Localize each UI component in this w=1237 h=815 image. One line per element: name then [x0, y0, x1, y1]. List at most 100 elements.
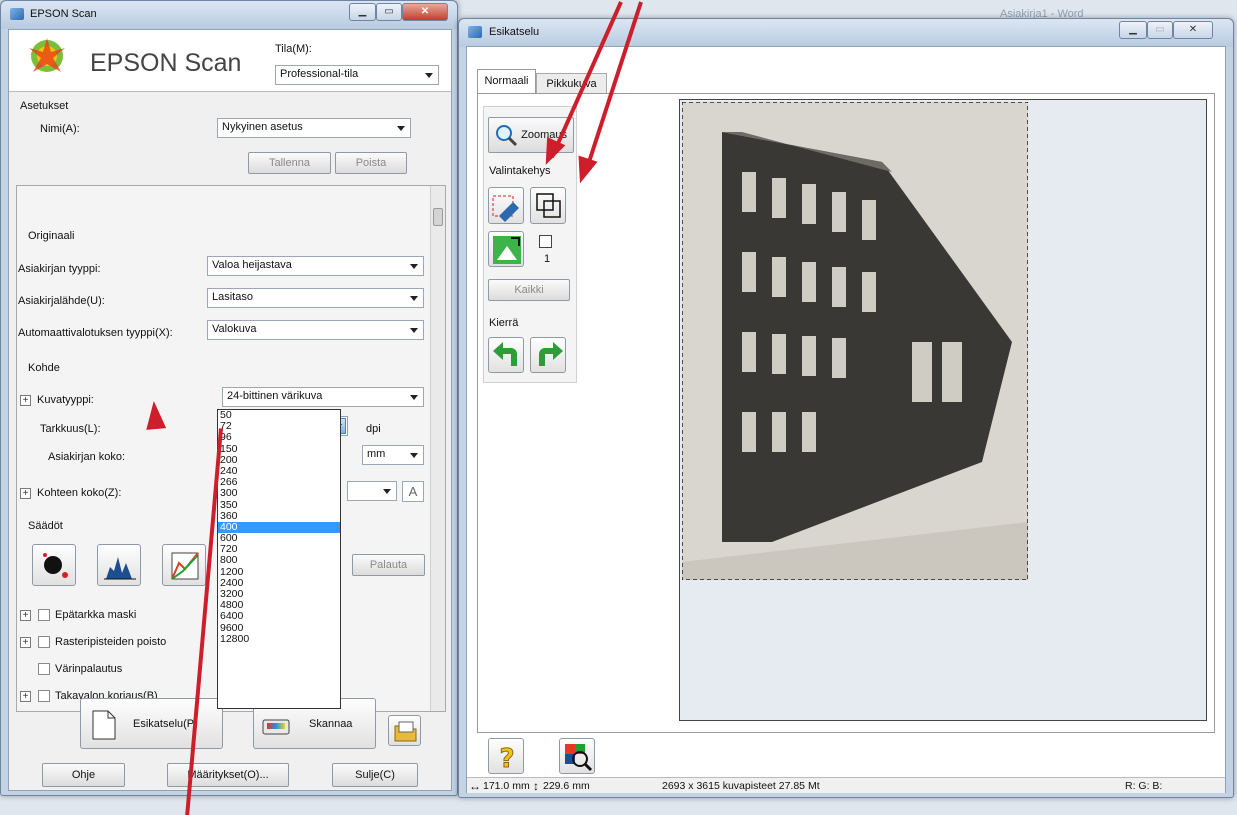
- expand-plus-icon[interactable]: +: [20, 637, 31, 648]
- folder-icon: [394, 721, 417, 742]
- image-type-value: 24-bittinen värikuva: [227, 390, 323, 402]
- mode-label: Tila(M):: [275, 43, 312, 55]
- doc-type-select[interactable]: Valoa heijastava: [207, 256, 424, 276]
- scanned-photo: [682, 102, 1028, 580]
- auto-locate-icon: [493, 236, 521, 264]
- descreen-checkbox[interactable]: [38, 636, 50, 648]
- unit-value: mm: [367, 448, 386, 460]
- setting-name-select[interactable]: Nykyinen asetus: [217, 118, 411, 138]
- auto-locate-button[interactable]: [488, 231, 524, 267]
- document-icon: [92, 710, 116, 740]
- histogram-button[interactable]: [97, 544, 141, 586]
- brand-text: EPSON Scan: [90, 49, 242, 77]
- app-icon: [468, 26, 482, 38]
- minimize-button[interactable]: ▁: [1119, 21, 1147, 39]
- scan-header: EPSON Scan Tila(M): Professional-tila: [9, 30, 451, 92]
- resolution-option[interactable]: 300: [218, 488, 340, 499]
- resolution-options: 50 72 96 150 200 240 266 300 350 360 400 600 720 800 1…: [218, 410, 340, 645]
- app-icon: [10, 8, 24, 20]
- chevron-down-icon: [397, 126, 405, 131]
- delete-button[interactable]: Poista: [335, 152, 407, 174]
- expand-plus-icon[interactable]: +: [20, 610, 31, 621]
- maximize-button[interactable]: ▭: [376, 3, 402, 21]
- epson-logo-icon: [29, 38, 65, 72]
- expand-plus-icon[interactable]: +: [20, 691, 31, 702]
- expand-plus-icon[interactable]: +: [20, 395, 31, 406]
- delete-marquee-button[interactable]: [488, 187, 524, 224]
- status-pixels: 2693 x 3615 kuvapisteet 27.85 Mt: [662, 780, 820, 792]
- chevron-down-icon: [410, 328, 418, 333]
- image-type-select[interactable]: 24-bittinen värikuva: [222, 387, 424, 407]
- unsharp-label: Epätarkka maski: [55, 609, 137, 621]
- text-tool-icon[interactable]: A: [402, 481, 424, 502]
- reset-button[interactable]: Palauta: [352, 554, 425, 576]
- preview-button[interactable]: Esikatselu(P): [80, 698, 223, 749]
- save-button[interactable]: Tallenna: [248, 152, 331, 174]
- close-button[interactable]: Sulje(C): [332, 763, 418, 787]
- close-window-button[interactable]: ✕: [1173, 21, 1213, 39]
- close-window-button[interactable]: ✕: [402, 3, 448, 21]
- mode-select[interactable]: Professional-tila: [275, 65, 439, 85]
- unsharp-checkbox[interactable]: [38, 609, 50, 621]
- chevron-down-icon: [410, 264, 418, 269]
- preview-window-title: Esikatselu: [489, 26, 540, 38]
- svg-text:?: ?: [499, 744, 514, 774]
- help-question-button[interactable]: ?: [488, 738, 524, 775]
- resolution-option[interactable]: 50: [218, 410, 340, 421]
- duplicate-marquee-icon: [536, 193, 561, 218]
- doc-type-value: Valoa heijastava: [212, 259, 292, 271]
- doc-source-value: Lasitaso: [212, 291, 253, 303]
- resolution-dropdown-list[interactable]: 50 72 96 150 200 240 266 300 350 360 400 600 720 800 1…: [217, 409, 341, 709]
- doc-type-label: Asiakirjan tyyppi:: [18, 263, 101, 275]
- scanner-icon: [262, 719, 290, 735]
- preview-scan-area: [679, 99, 1207, 721]
- file-save-settings-button[interactable]: [388, 715, 421, 746]
- target-size-select[interactable]: [347, 481, 397, 501]
- tab-normal[interactable]: Normaali: [477, 69, 536, 94]
- resolution-label: Tarkkuus(L):: [40, 423, 101, 435]
- maximize-button[interactable]: ▭: [1147, 21, 1173, 39]
- preview-window: Esikatselu ▁ ▭ ✕ Normaali Pikkukuva Zoom…: [458, 18, 1234, 798]
- color-restore-checkbox[interactable]: [38, 663, 50, 675]
- auto-exposure-button[interactable]: [32, 544, 76, 586]
- auto-exposure-label: Automaattivalotuksen tyyppi(X):: [18, 327, 173, 339]
- preview-button-label: Esikatselu(P): [133, 718, 198, 730]
- rotate-right-button[interactable]: [530, 337, 566, 373]
- help-button[interactable]: Ohje: [42, 763, 125, 787]
- preview-titlebar: Esikatselu ▁ ▭ ✕: [459, 19, 1233, 47]
- tab-thumbnail[interactable]: Pikkukuva: [536, 73, 607, 94]
- unit-select[interactable]: mm: [362, 445, 424, 465]
- resolution-option[interactable]: 6400: [218, 611, 340, 622]
- resolution-option[interactable]: 350: [218, 499, 340, 511]
- doc-size-label: Asiakirjan koko:: [48, 451, 126, 463]
- minimize-button[interactable]: ▁: [349, 3, 376, 21]
- resolution-option[interactable]: 12800: [218, 633, 340, 645]
- adjustments-heading: Säädöt: [28, 520, 63, 532]
- chevron-down-icon: [410, 395, 418, 400]
- color-palette-button[interactable]: [559, 738, 595, 774]
- settings-scrollbar[interactable]: [430, 186, 445, 711]
- image-type-label: Kuvatyyppi:: [37, 394, 94, 406]
- rotate-left-button[interactable]: [488, 337, 524, 373]
- expand-plus-icon[interactable]: +: [20, 488, 31, 499]
- doc-source-label: Asiakirjalähde(U):: [18, 295, 105, 307]
- marquee-count: 1: [544, 253, 551, 265]
- resolution-option[interactable]: 72: [218, 420, 340, 432]
- all-button[interactable]: Kaikki: [488, 279, 570, 301]
- resolution-option[interactable]: 96: [218, 432, 340, 443]
- chevron-down-icon: [425, 73, 433, 78]
- resolution-option[interactable]: 800: [218, 555, 340, 566]
- backlight-checkbox[interactable]: [38, 690, 50, 702]
- tone-curve-button[interactable]: [162, 544, 206, 586]
- scrollbar-thumb[interactable]: [433, 208, 443, 226]
- status-height: 229.6 mm: [543, 780, 590, 792]
- delete-marquee-icon: [492, 195, 519, 222]
- configuration-button[interactable]: Määritykset(O)...: [167, 763, 289, 787]
- tone-curve-icon: [171, 552, 199, 580]
- doc-source-select[interactable]: Lasitaso: [207, 288, 424, 308]
- dpi-unit: dpi: [366, 423, 381, 435]
- height-arrow-icon: ↕: [533, 779, 539, 793]
- duplicate-marquee-button[interactable]: [530, 187, 566, 224]
- auto-exposure-select[interactable]: Valokuva: [207, 320, 424, 340]
- color-magnifier-icon: [565, 744, 593, 772]
